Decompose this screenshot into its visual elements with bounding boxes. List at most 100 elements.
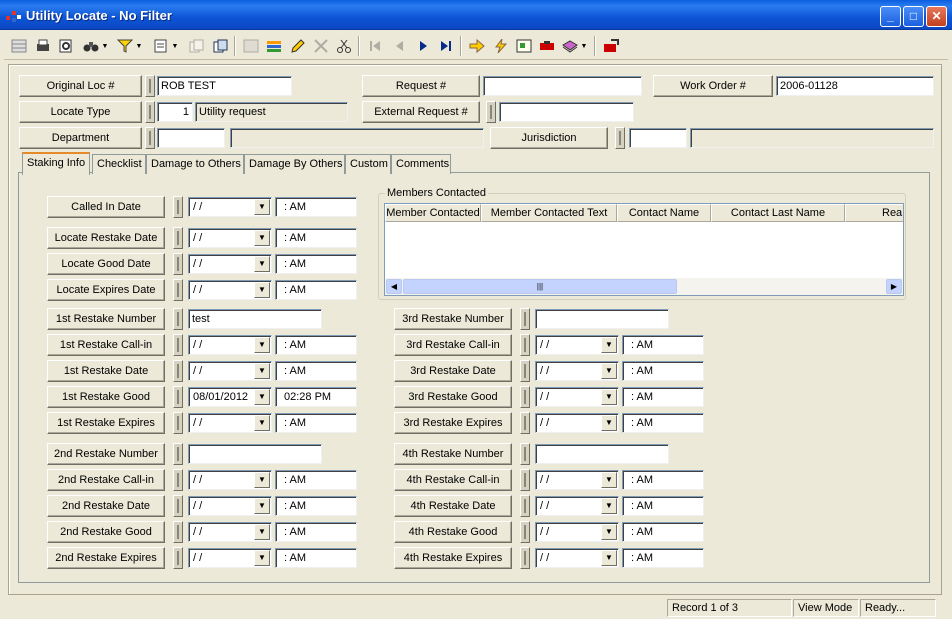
field-handle[interactable] [173, 360, 183, 382]
second-restake-good-date-combo[interactable]: / / ▼ [188, 522, 272, 542]
department-code-field[interactable] [157, 128, 225, 148]
chevron-down-icon[interactable]: ▼ [254, 550, 270, 566]
field-handle[interactable] [520, 521, 530, 543]
chevron-down-icon[interactable]: ▼ [254, 498, 270, 514]
fourth-restake-number-field[interactable] [535, 444, 669, 464]
third-restake-date-time-field[interactable]: : AM [622, 361, 704, 381]
department-label[interactable]: Department [19, 127, 142, 149]
chevron-down-icon[interactable]: ▼ [254, 472, 270, 488]
request-field[interactable] [483, 76, 642, 96]
chevron-down-icon[interactable]: ▼ [254, 282, 270, 298]
external-request-label[interactable]: External Request # [362, 101, 480, 123]
chevron-down-icon[interactable]: ▼ [601, 337, 617, 353]
fourth-restake-expires-time-field[interactable]: : AM [622, 548, 704, 568]
field-handle[interactable] [173, 412, 183, 434]
scroll-thumb[interactable]: ||| [403, 279, 677, 294]
chevron-down-icon[interactable]: ▼ [601, 498, 617, 514]
field-handle[interactable] [520, 386, 530, 408]
field-handle[interactable] [145, 127, 155, 149]
field-handle[interactable] [520, 547, 530, 569]
minimize-button[interactable]: _ [880, 6, 901, 27]
first-restake-date-label[interactable]: 1st Restake Date [47, 360, 165, 382]
third-restake-number-label[interactable]: 3rd Restake Number [394, 308, 512, 330]
chevron-down-icon[interactable]: ▼ [601, 389, 617, 405]
second-restake-date-time-field[interactable]: : AM [275, 496, 357, 516]
original-loc-field[interactable]: ROB TEST [157, 76, 292, 96]
field-handle[interactable] [173, 443, 183, 465]
first-restake-good-time-field[interactable]: 02:28 PM [275, 387, 357, 407]
chevron-down-icon[interactable]: ▼ [254, 415, 270, 431]
first-restake-good-label[interactable]: 1st Restake Good [47, 386, 165, 408]
jurisdiction-label[interactable]: Jurisdiction [490, 127, 608, 149]
first-restake-callin-date-combo[interactable]: / / ▼ [188, 335, 272, 355]
print-icon[interactable] [32, 35, 54, 57]
third-restake-good-label[interactable]: 3rd Restake Good [394, 386, 512, 408]
locate-type-label[interactable]: Locate Type [19, 101, 142, 123]
last-record-icon[interactable] [435, 35, 457, 57]
fourth-restake-date-date-combo[interactable]: / / ▼ [535, 496, 619, 516]
field-handle[interactable] [173, 495, 183, 517]
tab-checklist[interactable]: Checklist [92, 154, 146, 174]
third-restake-callin-time-field[interactable]: : AM [622, 335, 704, 355]
work-order-label[interactable]: Work Order # [653, 75, 773, 97]
third-restake-date-date-combo[interactable]: / / ▼ [535, 361, 619, 381]
red-bar-icon[interactable] [536, 35, 558, 57]
fourth-restake-number-label[interactable]: 4th Restake Number [394, 443, 512, 465]
called-in-date-label[interactable]: Called In Date [47, 196, 165, 218]
column-header[interactable]: Contact Last Name [711, 204, 845, 222]
chevron-down-icon[interactable]: ▼ [254, 389, 270, 405]
field-handle[interactable] [173, 279, 183, 301]
layers-icon[interactable] [263, 35, 285, 57]
column-header[interactable]: Contact Name [617, 204, 711, 222]
close-button[interactable]: ✕ [926, 6, 947, 27]
second-restake-callin-date-combo[interactable]: / / ▼ [188, 470, 272, 490]
called-in-date-date-combo[interactable]: / / ▼ [188, 197, 272, 217]
first-restake-good-date-combo[interactable]: 08/01/2012 ▼ [188, 387, 272, 407]
tab-comments[interactable]: Comments [391, 154, 451, 174]
first-restake-callin-label[interactable]: 1st Restake Call-in [47, 334, 165, 356]
field-handle[interactable] [145, 101, 155, 123]
filter-icon[interactable] [114, 35, 136, 57]
third-restake-expires-label[interactable]: 3rd Restake Expires [394, 412, 512, 434]
field-handle[interactable] [520, 495, 530, 517]
locate-restake-date-date-combo[interactable]: / / ▼ [188, 228, 272, 248]
fourth-restake-good-time-field[interactable]: : AM [622, 522, 704, 542]
field-handle[interactable] [173, 521, 183, 543]
third-restake-expires-date-combo[interactable]: / / ▼ [535, 413, 619, 433]
field-handle[interactable] [173, 196, 183, 218]
export-icon[interactable] [600, 35, 622, 57]
dropdown-arrow-icon[interactable]: ▼ [100, 35, 110, 57]
map-icon[interactable] [513, 35, 535, 57]
scroll-right-icon[interactable]: ▶ [886, 279, 902, 294]
delete-x-icon[interactable] [310, 35, 332, 57]
jurisdiction-code-field[interactable] [629, 128, 687, 148]
tab-damage-to-others[interactable]: Damage to Others [146, 154, 244, 174]
fourth-restake-callin-date-combo[interactable]: / / ▼ [535, 470, 619, 490]
locate-type-code-field[interactable]: 1 [157, 102, 193, 122]
members-contacted-list[interactable]: Member Contacted Member Contacted Text C… [384, 203, 904, 296]
fourth-restake-good-label[interactable]: 4th Restake Good [394, 521, 512, 543]
locate-restake-date-time-field[interactable]: : AM [275, 228, 357, 248]
second-restake-date-label[interactable]: 2nd Restake Date [47, 495, 165, 517]
locate-expires-date-label[interactable]: Locate Expires Date [47, 279, 165, 301]
chevron-down-icon[interactable]: ▼ [254, 337, 270, 353]
third-restake-number-field[interactable] [535, 309, 669, 329]
fourth-restake-expires-label[interactable]: 4th Restake Expires [394, 547, 512, 569]
first-record-icon[interactable] [364, 35, 386, 57]
cut-scissors-icon[interactable] [333, 35, 355, 57]
first-restake-date-date-combo[interactable]: / / ▼ [188, 361, 272, 381]
dropdown-arrow-icon[interactable]: ▼ [170, 35, 180, 57]
original-loc-label[interactable]: Original Loc # [19, 75, 142, 97]
fourth-restake-callin-label[interactable]: 4th Restake Call-in [394, 469, 512, 491]
fourth-restake-callin-time-field[interactable]: : AM [622, 470, 704, 490]
second-restake-number-label[interactable]: 2nd Restake Number [47, 443, 165, 465]
chevron-down-icon[interactable]: ▼ [254, 363, 270, 379]
field-handle[interactable] [520, 360, 530, 382]
field-handle[interactable] [520, 443, 530, 465]
column-header[interactable]: Member Contacted [385, 204, 481, 222]
field-handle[interactable] [173, 469, 183, 491]
table-view-icon[interactable] [8, 35, 30, 57]
chevron-down-icon[interactable]: ▼ [254, 230, 270, 246]
arrow-right-icon[interactable] [466, 35, 488, 57]
second-restake-expires-time-field[interactable]: : AM [275, 548, 357, 568]
